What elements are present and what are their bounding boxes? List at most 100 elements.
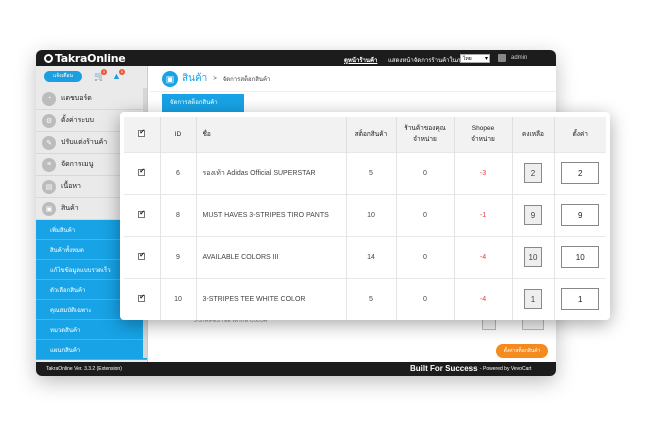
cell-setting: 1: [554, 277, 606, 320]
user-icon: [498, 54, 506, 62]
table-header-row: ID ชื่อ สต็อกสินค้า ร้านค้าของคุณ จำหน่า…: [124, 117, 606, 152]
cell-stock: 5: [346, 151, 397, 194]
sidebar-item-label: แดชบอร์ด: [61, 95, 92, 102]
cell-name: รองเท้า Adidas Official SUPERSTAR: [196, 151, 347, 194]
cart-icon[interactable]: 🛒 0: [94, 69, 107, 81]
select-all-checkbox[interactable]: [138, 128, 146, 137]
row-checkbox-cell[interactable]: [124, 193, 161, 236]
logo-text: TakraOnline: [55, 52, 126, 65]
stock-setting-input[interactable]: 10: [561, 246, 600, 268]
menu-icon: ≡: [42, 157, 56, 172]
page-title: สินค้า: [182, 73, 208, 84]
breadcrumb[interactable]: จัดการสต็อกสินค้า: [223, 74, 271, 84]
remaining-value: 10: [524, 247, 542, 267]
cell-name: 3-STRIPES TEE WHITE COLOR: [196, 277, 347, 320]
cell-shopee-sold: -4: [454, 277, 513, 320]
cell-remaining: 9: [512, 193, 555, 236]
slogan-text: Built For Success: [410, 364, 478, 373]
sidebar-sub-categories[interactable]: หมวดสินค้า: [36, 320, 147, 340]
table-row: 6 รองเท้า Adidas Official SUPERSTAR 5 0 …: [124, 151, 606, 194]
sidebar-item-label: ปรับแต่งร้านค้า: [61, 139, 108, 146]
col-setting: ตั้งค่า: [554, 117, 606, 152]
powered-by-text: - Powered by VevoCart: [480, 366, 532, 372]
stock-table-card: ID ชื่อ สต็อกสินค้า ร้านค้าของคุณ จำหน่า…: [120, 112, 610, 320]
notify-button[interactable]: แจ้งเตือน: [44, 71, 82, 82]
col-remaining: คงเหลือ: [512, 117, 555, 152]
cell-remaining: 10: [512, 235, 555, 278]
dashboard-icon: ◔: [42, 91, 56, 106]
cell-setting: 2: [554, 151, 606, 194]
sidebar-header: แจ้งเตือน 🛒 0 ▲ 0: [36, 66, 147, 88]
cell-shop-sold: 0: [396, 151, 455, 194]
stock-table: ID ชื่อ สต็อกสินค้า ร้านค้าของคุณ จำหน่า…: [124, 117, 606, 320]
col-stock: สต็อกสินค้า: [346, 117, 397, 152]
sidebar-item-dashboard[interactable]: ◔ แดชบอร์ด: [36, 88, 147, 110]
save-stock-button[interactable]: ตั้งค่าสต็อกสินค้า: [496, 344, 548, 358]
cell-remaining: 1: [512, 277, 555, 320]
cell-id: 10: [160, 277, 197, 320]
row-checkbox[interactable]: [138, 209, 146, 218]
storefront-link[interactable]: ดูหน้าร้านค้า: [344, 55, 377, 65]
cell-name: MUST HAVES 3-STRIPES TIRO PANTS: [196, 193, 347, 236]
col-shopee-sold: Shopee จำหน่าย: [454, 117, 513, 152]
bell-badge: 0: [119, 69, 125, 75]
cell-stock: 14: [346, 235, 397, 278]
sidebar-item-label: เนื้อหา: [61, 183, 81, 190]
bell-icon[interactable]: ▲ 0: [112, 69, 125, 81]
sidebar-sub-departments[interactable]: แผนกสินค้า: [36, 340, 147, 360]
sidebar-item-label: สินค้า: [61, 205, 79, 212]
cell-remaining: 2: [512, 151, 555, 194]
row-checkbox[interactable]: [138, 251, 146, 260]
remaining-value: 2: [524, 163, 542, 183]
row-checkbox[interactable]: [138, 167, 146, 176]
user-menu[interactable]: admin: [511, 55, 527, 61]
col-name: ชื่อ: [196, 117, 347, 152]
sidebar-item-label: จัดการเมนู: [61, 161, 94, 168]
row-checkbox-cell[interactable]: [124, 151, 161, 194]
cell-id: 6: [160, 151, 197, 194]
table-row: 9 AVAILABLE COLORS III 14 0 -4 10 10: [124, 235, 606, 278]
logo: TakraOnline: [44, 52, 126, 65]
page-icon: ▤: [42, 179, 56, 194]
version-text: TakraOnline Ver. 3.3.2 (Extension): [46, 366, 122, 372]
remaining-value: 1: [524, 289, 542, 310]
cell-id: 9: [160, 235, 197, 278]
page-header: ▣ สินค้า > จัดการสต็อกสินค้า: [150, 66, 556, 92]
col-id: ID: [160, 117, 197, 152]
select-all-header[interactable]: [124, 117, 161, 152]
row-checkbox-cell[interactable]: [124, 235, 161, 278]
cell-shopee-sold: -1: [454, 193, 513, 236]
tab-stock-management[interactable]: จัดการสต็อกสินค้า: [162, 94, 244, 112]
row-checkbox-cell[interactable]: [124, 277, 161, 320]
top-bar: TakraOnline ดูหน้าร้านค้า แสดงหน้าจัดการ…: [36, 50, 556, 66]
remaining-value: 9: [524, 205, 542, 225]
stock-setting-input[interactable]: 1: [561, 288, 600, 311]
cell-stock: 10: [346, 193, 397, 236]
stock-setting-input[interactable]: 2: [561, 162, 600, 184]
cell-setting: 9: [554, 193, 606, 236]
breadcrumb-separator: >: [213, 75, 217, 82]
cell-shop-sold: 0: [396, 235, 455, 278]
cell-setting: 10: [554, 235, 606, 278]
gear-icon: ⚙: [42, 113, 56, 128]
cell-shopee-sold: -3: [454, 151, 513, 194]
table-row: 10 3-STRIPES TEE WHITE COLOR 5 0 -4 1 1: [124, 277, 606, 320]
table-row: 8 MUST HAVES 3-STRIPES TIRO PANTS 10 0 -…: [124, 193, 606, 236]
cart-badge: 0: [101, 69, 107, 75]
stock-setting-input[interactable]: 9: [561, 204, 600, 226]
col-shop-sold: ร้านค้าของคุณ จำหน่าย: [396, 117, 455, 152]
logo-mark-icon: [44, 54, 53, 63]
cell-shopee-sold: -4: [454, 235, 513, 278]
box-icon: ▣: [42, 201, 56, 216]
cell-id: 8: [160, 193, 197, 236]
cell-name: AVAILABLE COLORS III: [196, 235, 347, 278]
cell-stock: 5: [346, 277, 397, 320]
language-select[interactable]: ไทย: [460, 54, 490, 64]
row-checkbox[interactable]: [138, 293, 146, 302]
language-label: แสดงหน้าจัดการร้านค้าในภาษา: [388, 58, 472, 64]
sidebar-item-label: ตั้งค่าระบบ: [61, 117, 94, 124]
cell-shop-sold: 0: [396, 277, 455, 320]
product-icon: ▣: [162, 70, 178, 87]
brush-icon: ✎: [42, 135, 56, 150]
cell-shop-sold: 0: [396, 193, 455, 236]
